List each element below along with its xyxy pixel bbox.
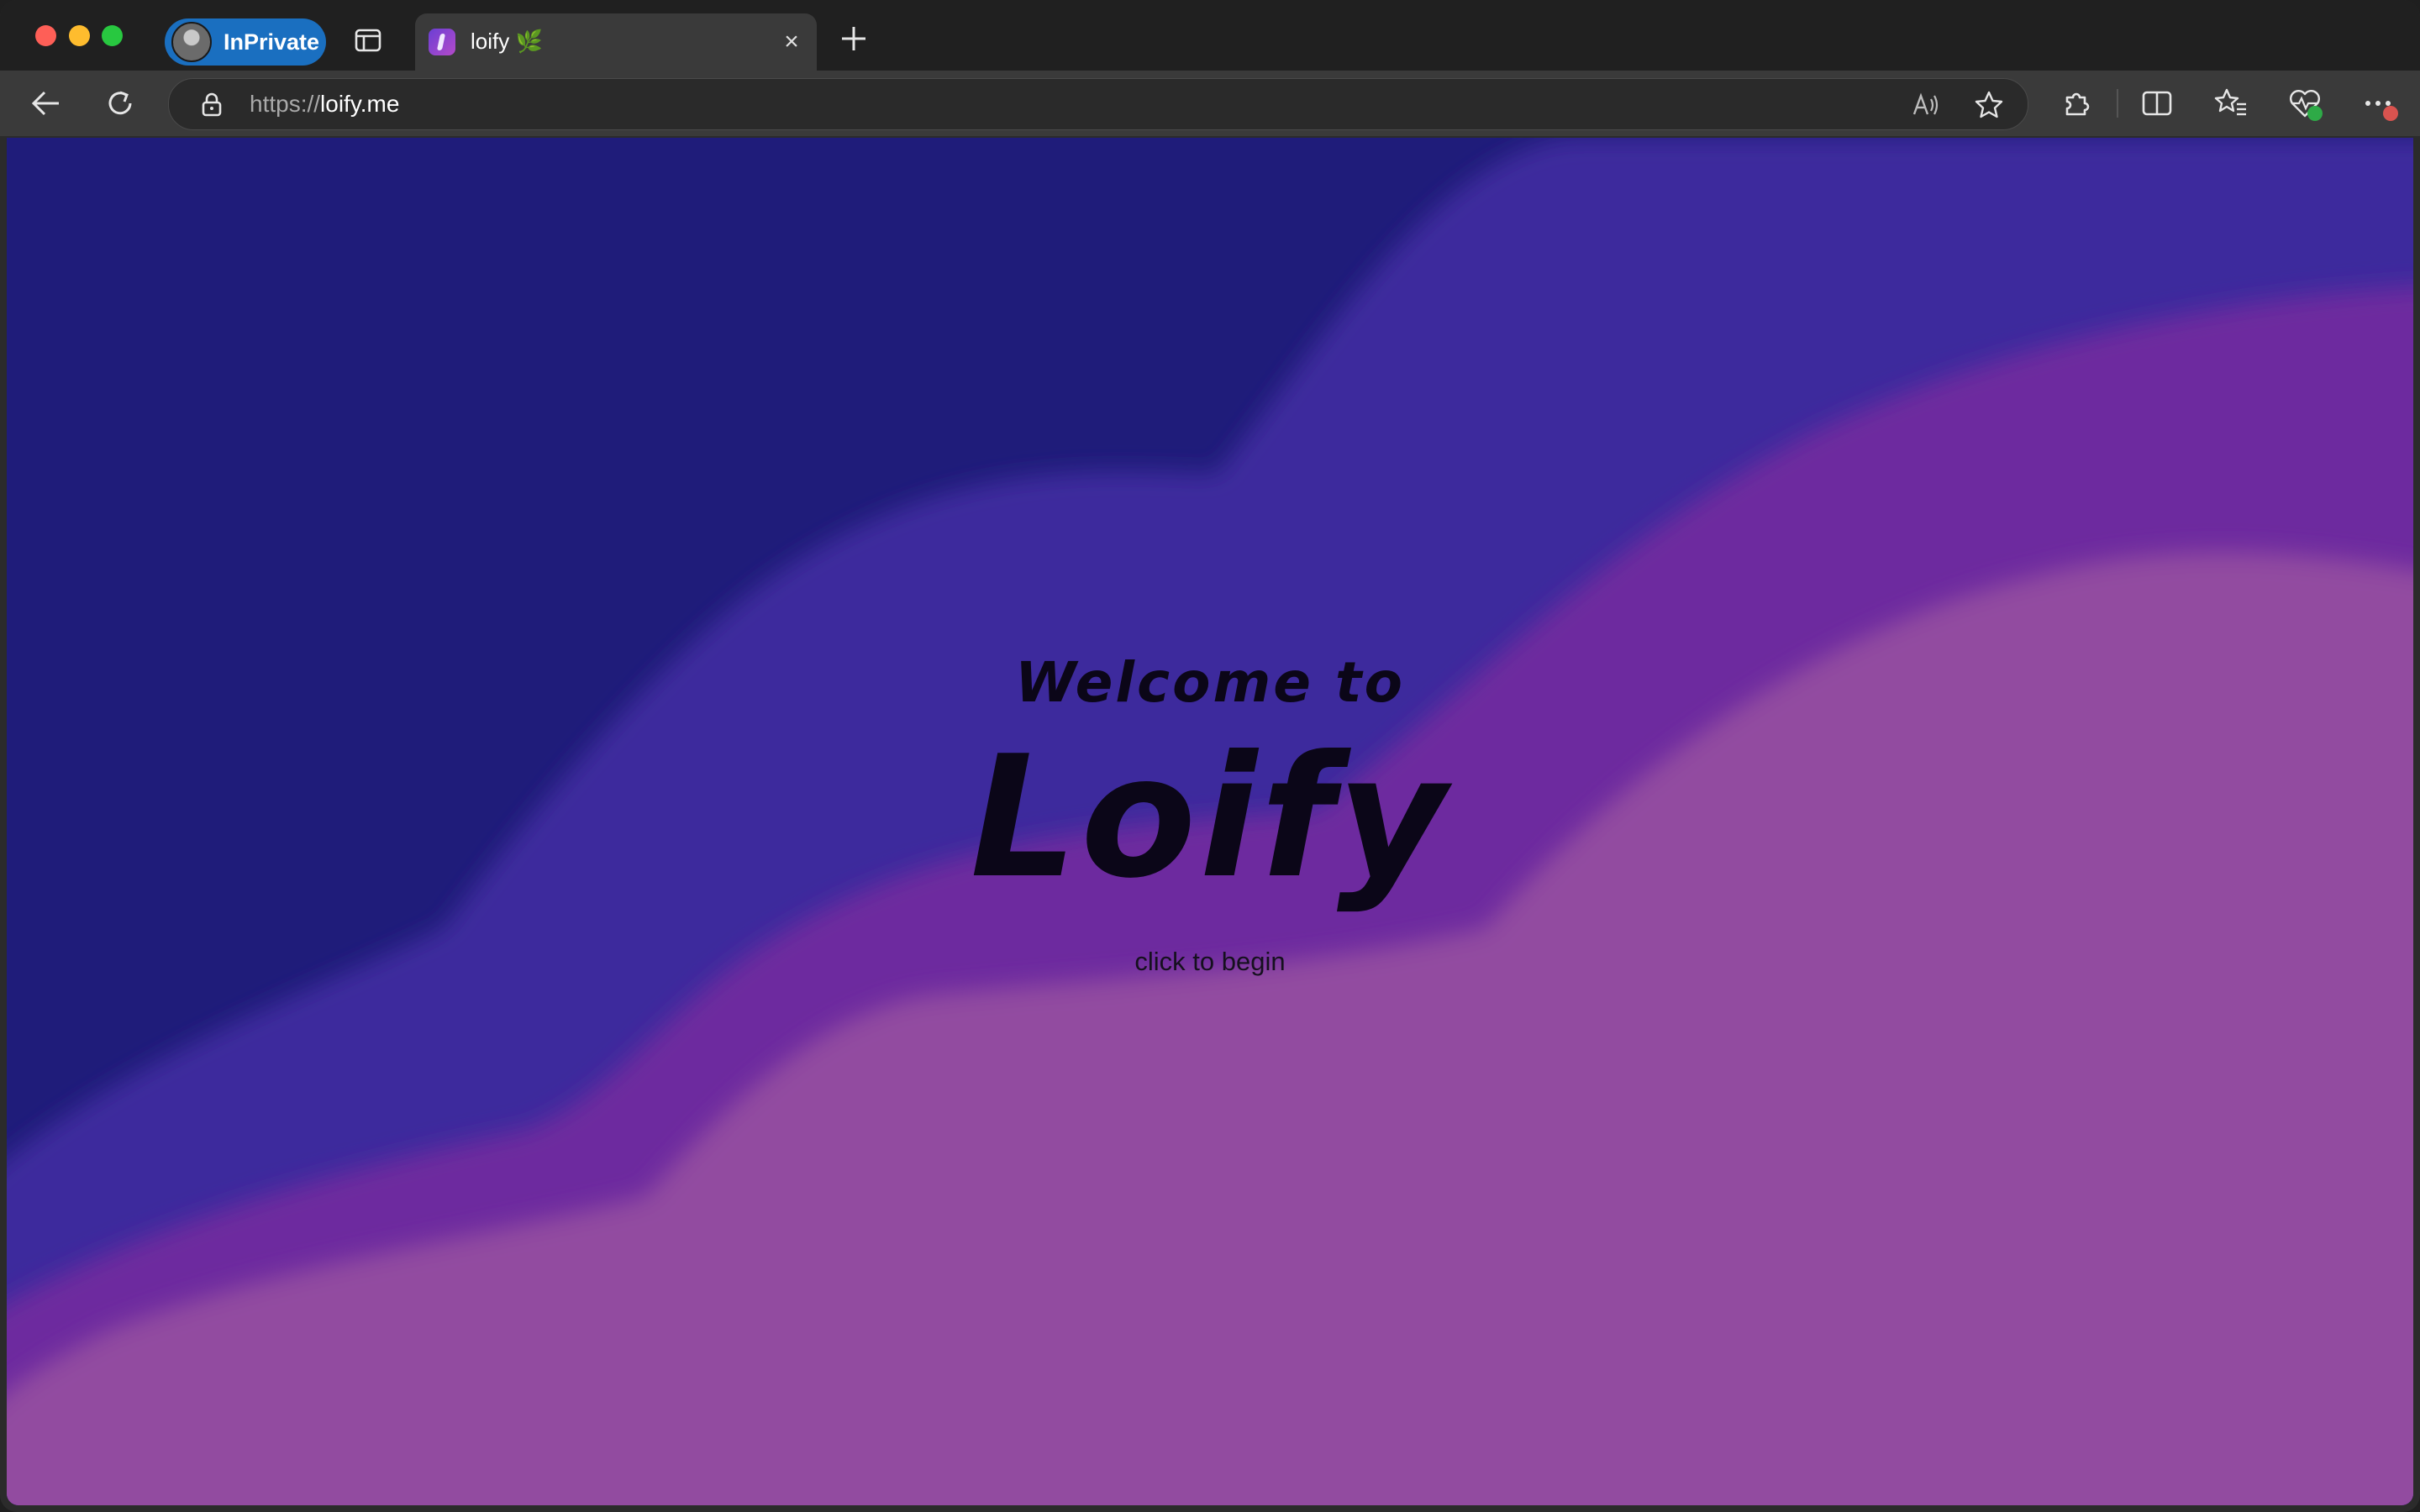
url-host: loify.me — [320, 91, 400, 117]
brand-title: Loify — [970, 720, 1450, 916]
welcome-heading: Welcome to — [1015, 650, 1405, 715]
read-aloud-icon[interactable] — [1912, 91, 1940, 119]
refresh-icon[interactable] — [103, 86, 138, 121]
extensions-icon[interactable] — [2060, 86, 2095, 121]
new-tab-icon[interactable] — [837, 22, 871, 55]
back-icon[interactable] — [29, 86, 64, 121]
lock-icon[interactable] — [199, 92, 224, 117]
minimize-window-button[interactable] — [69, 25, 90, 46]
close-window-button[interactable] — [35, 25, 56, 46]
update-badge — [2383, 106, 2398, 121]
profile-avatar — [171, 22, 212, 62]
inprivate-profile-button[interactable]: InPrivate — [165, 18, 326, 66]
essentials-status-badge — [2307, 106, 2323, 121]
close-icon[interactable]: × — [778, 29, 805, 55]
url-scheme: https:// — [250, 91, 321, 117]
url-text[interactable]: https://loify.me — [250, 91, 399, 118]
browser-window: InPrivate loify 🌿 × https://loify.me Wel… — [0, 0, 2420, 1512]
tab-loify[interactable]: loify 🌿 × — [415, 13, 817, 71]
tab-actions-icon[interactable] — [353, 27, 383, 54]
favorites-icon[interactable] — [2213, 86, 2249, 121]
favorite-star-icon[interactable] — [1974, 90, 2004, 120]
inprivate-label: InPrivate — [224, 29, 320, 55]
tab-strip: InPrivate loify 🌿 × — [0, 0, 2420, 71]
address-bar[interactable]: https://loify.me — [168, 78, 2028, 130]
loify-favicon-icon — [429, 29, 455, 55]
zoom-window-button[interactable] — [102, 25, 123, 46]
page-viewport[interactable]: Welcome to Loify click to begin — [7, 138, 2413, 1505]
split-screen-icon[interactable] — [2139, 86, 2175, 121]
toolbar-divider — [2117, 89, 2118, 118]
browser-toolbar: https://loify.me — [0, 71, 2420, 136]
click-to-begin-prompt[interactable]: click to begin — [7, 947, 2413, 977]
tab-title: loify 🌿 — [471, 29, 543, 54]
